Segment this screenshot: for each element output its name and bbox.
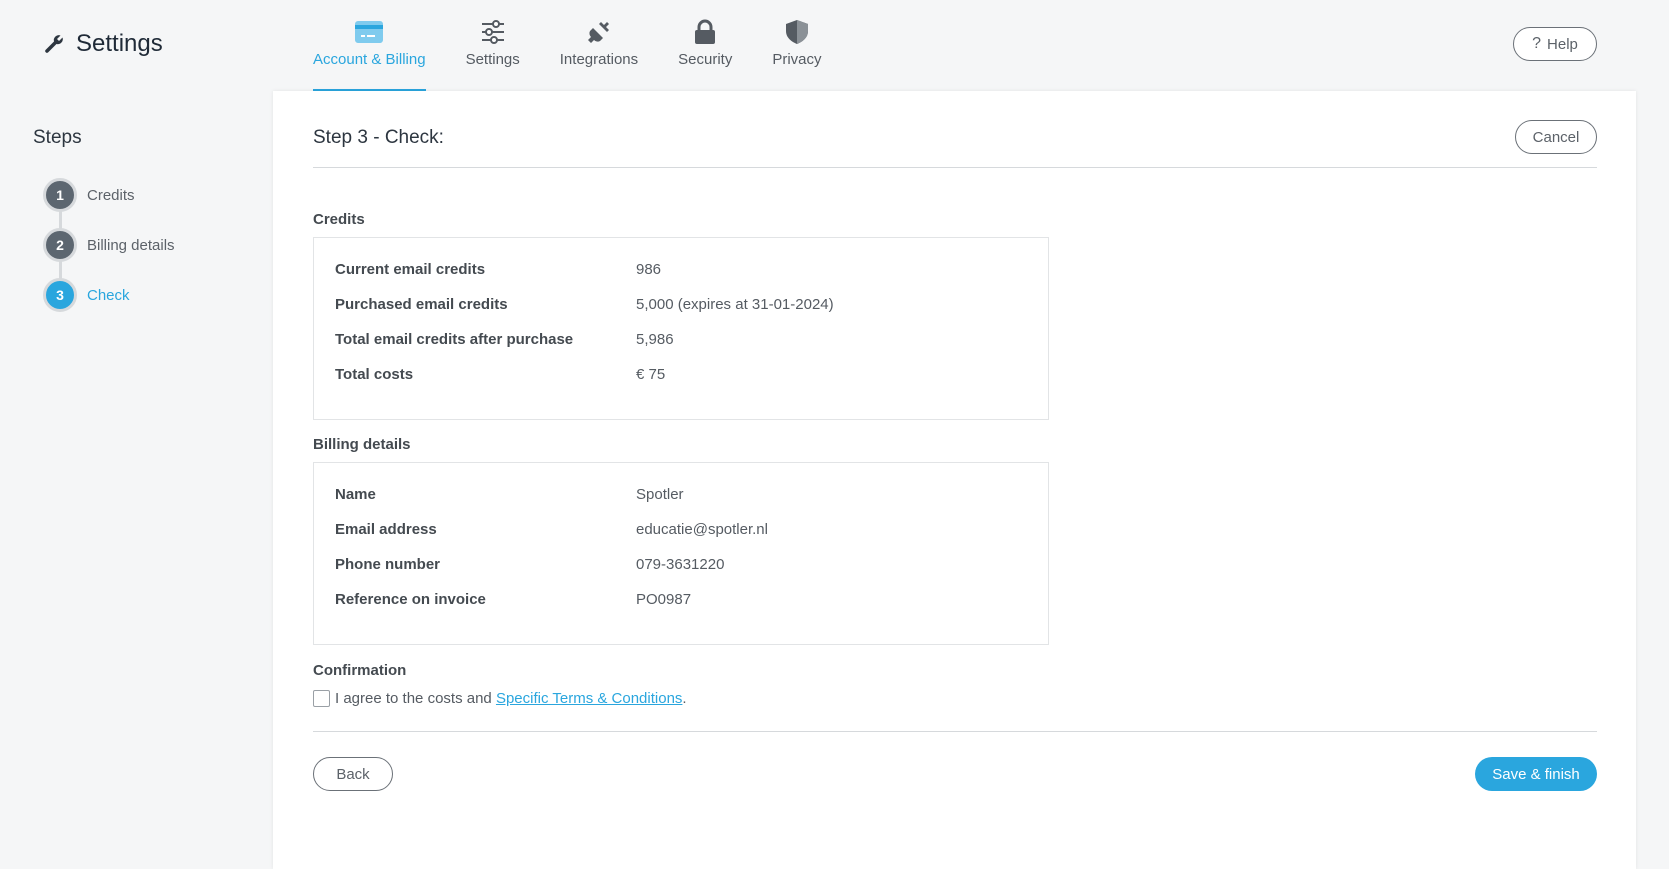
row-value: educatie@spotler.nl: [636, 521, 768, 538]
main-panel: Step 3 - Check: Cancel Credits Current e…: [273, 91, 1636, 869]
row-label: Current email credits: [335, 261, 486, 278]
steps-sidebar: Steps 1 Credits 2 Billing details 3 Chec…: [0, 91, 273, 869]
confirmation-section-title: Confirmation: [313, 662, 407, 679]
step-number: 1: [43, 178, 77, 212]
tab-label: Privacy: [772, 51, 822, 68]
summary-row: Phone number 079-3631220: [335, 556, 724, 573]
row-value: 5,986: [636, 331, 674, 348]
tab-label: Security: [678, 51, 733, 68]
terms-period: .: [682, 690, 687, 707]
save-finish-button[interactable]: Save & finish: [1475, 757, 1597, 791]
step-label: Check: [87, 286, 130, 304]
tab-security[interactable]: Security: [678, 0, 732, 91]
terms-link[interactable]: Specific Terms & Conditions: [496, 690, 682, 707]
tab-integrations[interactable]: Integrations: [560, 0, 638, 91]
step-title: Step 3 - Check:: [313, 127, 444, 148]
tab-label: Settings: [465, 51, 520, 68]
divider: [313, 167, 1597, 168]
step-label: Credits: [87, 186, 135, 204]
summary-row: Purchased email credits 5,000 (expires a…: [335, 296, 834, 313]
row-value: PO0987: [636, 591, 692, 608]
main-nav: Account & Billing Settings Integrations …: [313, 0, 862, 91]
step-label: Billing details: [87, 236, 175, 254]
divider: [313, 731, 1597, 732]
shield-icon: [783, 18, 811, 46]
row-value: 986: [636, 261, 662, 278]
step-credits[interactable]: 1 Credits: [43, 178, 135, 212]
plug-icon: [585, 18, 613, 46]
terms-checkbox[interactable]: [313, 690, 330, 707]
row-label: Total email credits after purchase: [335, 331, 574, 348]
billing-summary-box: Name Spotler Email address educatie@spot…: [313, 462, 1049, 645]
row-label: Purchased email credits: [335, 296, 508, 313]
summary-row: Current email credits 986: [335, 261, 661, 278]
page-title: Settings: [76, 30, 163, 57]
step-check[interactable]: 3 Check: [43, 278, 130, 312]
brand: Settings: [42, 30, 163, 58]
terms-text: I agree to the costs and: [335, 690, 492, 707]
top-header: Settings Account & Billing Settings Inte…: [0, 0, 1669, 91]
summary-row: Reference on invoice PO0987: [335, 591, 691, 608]
row-label: Phone number: [335, 556, 441, 573]
summary-row: Total email credits after purchase 5,986: [335, 331, 674, 348]
tab-label: Integrations: [559, 51, 639, 68]
tab-settings[interactable]: Settings: [466, 0, 520, 91]
summary-row: Name Spotler: [335, 486, 684, 503]
sliders-icon: [479, 18, 507, 46]
credit-card-icon: [355, 18, 384, 46]
help-label: Help: [1547, 35, 1578, 53]
summary-row: Email address educatie@spotler.nl: [335, 521, 768, 538]
row-value: 079-3631220: [636, 556, 725, 573]
credits-summary-box: Current email credits 986 Purchased emai…: [313, 237, 1049, 420]
step-number: 3: [43, 278, 77, 312]
cancel-button[interactable]: Cancel: [1515, 120, 1597, 154]
steps-title: Steps: [33, 127, 82, 148]
step-billing-details[interactable]: 2 Billing details: [43, 228, 175, 262]
tab-account-billing[interactable]: Account & Billing: [313, 0, 426, 91]
row-value: Spotler: [636, 486, 684, 503]
help-button[interactable]: ? Help: [1513, 27, 1597, 61]
row-label: Email address: [335, 521, 437, 538]
row-value: € 75: [636, 366, 666, 383]
back-button[interactable]: Back: [313, 757, 393, 791]
row-label: Total costs: [335, 366, 414, 383]
lock-icon: [691, 18, 719, 46]
billing-section-title: Billing details: [313, 436, 411, 453]
step-number: 2: [43, 228, 77, 262]
question-icon: ?: [1532, 35, 1542, 52]
credits-section-title: Credits: [313, 211, 365, 228]
tab-privacy[interactable]: Privacy: [772, 0, 822, 91]
row-label: Reference on invoice: [335, 591, 486, 608]
summary-row: Total costs € 75: [335, 366, 665, 383]
terms-confirmation: I agree to the costs and Specific Terms …: [313, 690, 687, 707]
tab-label: Account & Billing: [313, 51, 426, 68]
row-label: Name: [335, 486, 376, 503]
wrench-icon: [42, 32, 66, 56]
row-value: 5,000 (expires at 31-01-2024): [636, 296, 834, 313]
